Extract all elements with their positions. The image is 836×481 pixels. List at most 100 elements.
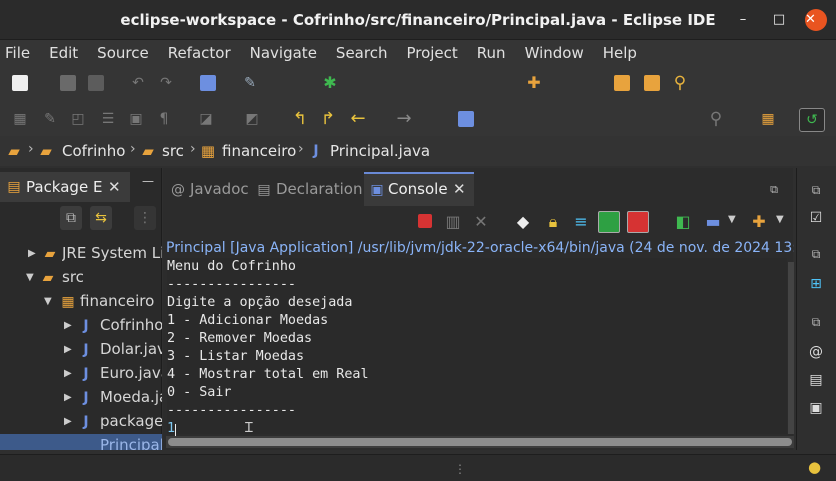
collapse-icon[interactable]: ▼ bbox=[44, 296, 52, 307]
collapse-icon[interactable]: ▼ bbox=[26, 272, 34, 283]
search-icon[interactable]: ⚲ bbox=[708, 111, 724, 128]
menu-window[interactable]: Window bbox=[525, 44, 584, 62]
menu-file[interactable]: File bbox=[5, 44, 30, 62]
pin-icon[interactable] bbox=[458, 111, 474, 127]
java-file-icon: J bbox=[313, 143, 319, 159]
menu-project[interactable]: Project bbox=[406, 44, 457, 62]
tree-item-jre[interactable]: JRE System Lib bbox=[62, 244, 162, 262]
expand-icon[interactable]: ▶ bbox=[28, 248, 36, 259]
remove-launch-icon[interactable]: ▥ bbox=[442, 211, 464, 233]
menu-navigate[interactable]: Navigate bbox=[250, 44, 317, 62]
pin-editor-icon[interactable]: ✎ bbox=[242, 75, 258, 91]
undo-icon[interactable]: ↶ bbox=[130, 75, 146, 91]
terminate-icon[interactable] bbox=[418, 214, 432, 228]
menu-edit[interactable]: Edit bbox=[49, 44, 78, 62]
menu-run[interactable]: Run bbox=[477, 44, 506, 62]
console-output[interactable]: Menu do Cofrinho ---------------- Digite a… bbox=[167, 258, 787, 436]
mark-occurrences-icon[interactable]: ◰ bbox=[70, 111, 86, 127]
horizontal-scrollbar-thumb[interactable] bbox=[168, 438, 792, 446]
menu-search[interactable]: Search bbox=[336, 44, 388, 62]
tree-item-financeiro[interactable]: financeiro bbox=[80, 292, 154, 310]
chevron-down-icon[interactable]: ▼ bbox=[728, 214, 736, 225]
display-console-icon[interactable]: ▬ bbox=[702, 211, 724, 233]
menu-refactor[interactable]: Refactor bbox=[168, 44, 231, 62]
expand-icon[interactable]: ▶ bbox=[64, 416, 72, 427]
tab-declaration[interactable]: Declaration bbox=[276, 180, 362, 198]
tree-item-file[interactable]: Moeda.java bbox=[100, 388, 162, 406]
minimize-button[interactable]: – bbox=[732, 10, 754, 30]
maximize-icon[interactable]: ⧉ bbox=[766, 182, 782, 198]
tree-item-selected[interactable]: Principal bbox=[100, 436, 162, 450]
redo-icon[interactable]: ↷ bbox=[158, 75, 174, 91]
show-on-stderr-icon[interactable] bbox=[627, 211, 649, 233]
debug-icon[interactable]: ✱ bbox=[322, 75, 338, 91]
vertical-scrollbar[interactable] bbox=[788, 262, 794, 434]
minimize-view-button[interactable]: — bbox=[142, 174, 154, 188]
pin-console-icon[interactable]: ◧ bbox=[672, 211, 694, 233]
close-console-tab-button[interactable]: ✕ bbox=[453, 180, 466, 198]
breadcrumb-item[interactable]: src bbox=[162, 142, 184, 160]
ibeam-cursor-icon: Ɪ bbox=[245, 420, 253, 436]
back-icon[interactable]: ← bbox=[350, 110, 366, 128]
tasks-icon[interactable]: ☑ bbox=[808, 210, 824, 226]
lightbulb-icon[interactable]: ● bbox=[808, 458, 821, 476]
tree-item-file[interactable]: Dolar.java bbox=[100, 340, 162, 358]
collapse-all-icon[interactable]: ⧉ bbox=[60, 206, 82, 230]
menu-source[interactable]: Source bbox=[97, 44, 149, 62]
new-icon[interactable] bbox=[12, 75, 28, 91]
chevron-down-icon[interactable]: ▼ bbox=[776, 214, 784, 225]
scroll-lock-icon[interactable]: 🔒︎ bbox=[542, 211, 564, 233]
menu-help[interactable]: Help bbox=[603, 44, 637, 62]
expand-icon[interactable]: ▶ bbox=[64, 320, 72, 331]
block-select-icon[interactable]: ☰ bbox=[100, 111, 116, 127]
save-icon[interactable] bbox=[60, 75, 76, 91]
paragraph-icon[interactable]: ¶ bbox=[156, 111, 172, 127]
tab-javadoc[interactable]: Javadoc bbox=[190, 180, 249, 198]
drag-handle-icon[interactable]: ⋮ bbox=[454, 462, 466, 476]
breadcrumb-item[interactable]: Cofrinho bbox=[62, 142, 125, 160]
close-window-button[interactable]: ✕ bbox=[805, 9, 827, 31]
edit-icon[interactable]: ✎ bbox=[42, 111, 58, 127]
console-icon[interactable]: ▣ bbox=[808, 400, 824, 416]
expand-icon[interactable]: ▶ bbox=[64, 368, 72, 379]
breadcrumb-item[interactable]: Principal.java bbox=[330, 142, 430, 160]
open-perspective-icon[interactable]: ▦ bbox=[760, 111, 776, 127]
toggle-breadcrumb-icon[interactable]: ▦ bbox=[12, 111, 28, 127]
outline-icon[interactable]: ⊞ bbox=[808, 276, 824, 292]
annotation-icon[interactable]: ◪ bbox=[198, 111, 214, 127]
save-all-icon[interactable] bbox=[88, 75, 104, 91]
maximize-button[interactable]: □ bbox=[768, 10, 790, 30]
open-type-icon[interactable] bbox=[614, 75, 630, 91]
tree-item-file[interactable]: Euro.java bbox=[100, 364, 162, 382]
word-wrap-icon[interactable]: ≡ bbox=[570, 211, 592, 233]
breadcrumb-item[interactable]: financeiro bbox=[222, 142, 296, 160]
restore-icon[interactable]: ⧉ bbox=[808, 182, 824, 198]
new-console-icon[interactable]: ✚ bbox=[748, 211, 770, 233]
clear-console-icon[interactable]: ◆ bbox=[512, 211, 534, 233]
next-annotation-icon[interactable]: ↱ bbox=[320, 111, 336, 128]
prev-annotation-icon[interactable]: ↰ bbox=[292, 111, 308, 128]
monitor-icon[interactable] bbox=[200, 75, 216, 91]
open-task-icon[interactable] bbox=[644, 75, 660, 91]
restore-icon[interactable]: ⧉ bbox=[808, 246, 824, 262]
expand-icon[interactable]: ▶ bbox=[64, 392, 72, 403]
remove-all-icon[interactable]: ✕ bbox=[470, 211, 492, 233]
javadoc-icon[interactable]: @ bbox=[808, 344, 824, 360]
whitespace-icon[interactable]: ▣ bbox=[128, 111, 144, 127]
tab-console[interactable]: Console bbox=[388, 180, 448, 198]
view-menu-icon[interactable]: ⋮ bbox=[134, 206, 156, 230]
history-icon[interactable]: ◩ bbox=[244, 111, 260, 127]
close-tab-button[interactable]: ✕ bbox=[108, 178, 121, 196]
expand-icon[interactable]: ▶ bbox=[64, 344, 72, 355]
search-icon[interactable]: ⚲ bbox=[672, 75, 688, 92]
link-with-editor-icon[interactable]: ⇆ bbox=[90, 206, 112, 230]
tree-item-src[interactable]: src bbox=[62, 268, 84, 286]
java-perspective-icon[interactable]: ↺ bbox=[799, 108, 825, 132]
show-on-stdout-icon[interactable] bbox=[598, 211, 620, 233]
forward-icon[interactable]: → bbox=[396, 110, 412, 128]
declaration-icon[interactable]: ▤ bbox=[808, 372, 824, 388]
tree-item-file[interactable]: Cofrinho bbox=[100, 316, 162, 334]
tree-item-file[interactable]: package- bbox=[100, 412, 162, 430]
restore-icon[interactable]: ⧉ bbox=[808, 314, 824, 330]
new-java-project-icon[interactable]: ✚ bbox=[526, 75, 542, 91]
